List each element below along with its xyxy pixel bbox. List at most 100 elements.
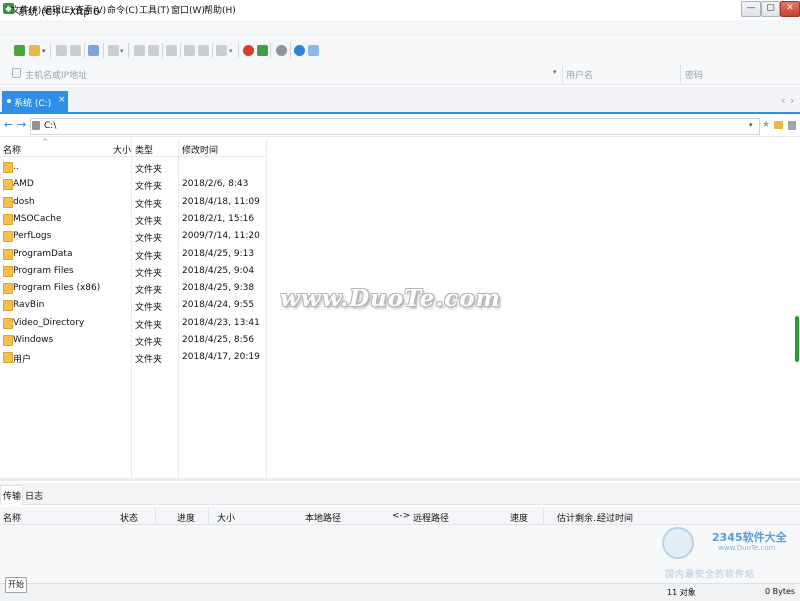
menu-window[interactable]: 窗口(W) [171,3,205,16]
mascot-icon [662,527,694,559]
username-input[interactable]: 用户名 [566,68,593,81]
star-icon[interactable]: ★ [762,120,771,130]
menu-view[interactable]: 查看(V) [75,3,106,16]
table-row[interactable]: Program Files 文件夹 2018/4/25, 9:04 [0,263,266,279]
table-row[interactable]: dosh 文件夹 2018/4/18, 11:09 [0,194,266,210]
chevron-down-icon[interactable]: ▾ [229,47,233,55]
menu-file[interactable]: 文件(F) [11,3,41,16]
xshell-icon[interactable] [243,45,254,56]
table-row[interactable]: RavBin 文件夹 2018/4/24, 9:55 [0,297,266,313]
copy-icon[interactable] [134,45,145,56]
site-logo: 2345软件大全 www.DuoTe.com 国内最安全的软件站 [662,527,800,580]
layout-icon[interactable] [216,45,227,56]
upload-icon[interactable] [184,45,195,56]
chevron-down-icon[interactable]: ▾ [120,47,124,55]
column-divider[interactable] [543,507,544,524]
transfer-col-speed[interactable]: 速度 [510,511,528,524]
table-row[interactable]: ProgramData 文件夹 2018/4/25, 9:13 [0,246,266,262]
transfer-col-status[interactable]: 状态 [120,511,138,524]
table-row[interactable]: MSOCache 文件夹 2018/2/1, 15:16 [0,211,266,227]
menu-command[interactable]: 命令(C) [107,3,138,16]
chat-icon[interactable] [308,45,319,56]
disconnect-icon[interactable] [70,45,81,56]
file-modified: 2018/2/1, 15:16 [182,214,255,224]
download-icon[interactable] [198,45,209,56]
toolbar-separator [128,43,129,58]
maximize-button[interactable]: ▢ [761,1,780,17]
close-button[interactable]: ✕ [780,1,800,17]
file-type: 文件夹 [135,269,163,279]
table-row[interactable]: .. 文件夹 [0,159,266,175]
xftp-icon[interactable] [257,45,268,56]
tab-next-icon[interactable]: › [790,94,794,107]
forward-arrow-icon[interactable]: → [17,118,26,131]
column-divider[interactable] [155,507,156,524]
file-table-header [0,139,266,157]
column-modified-header[interactable]: 修改时间 [182,143,218,156]
divider [680,64,681,84]
properties-icon[interactable] [108,45,119,56]
tab-transfer[interactable]: 传输 [3,489,21,502]
transfer-icon[interactable] [166,45,177,56]
file-name: MSOCache [13,214,62,224]
file-name: Video_Directory [13,318,85,328]
table-row[interactable]: Video_Directory 文件夹 2018/4/23, 13:41 [0,315,266,331]
menu-edit[interactable]: 编辑(E) [43,3,74,16]
transfer-col-size[interactable]: 大小 [217,511,235,524]
transfer-col-direction[interactable]: <-> [392,511,410,521]
table-row[interactable]: 用户 文件夹 2018/4/17, 20:19 [0,349,266,365]
column-divider[interactable] [208,507,209,524]
open-folder-icon[interactable] [29,45,40,56]
transfer-col-name[interactable]: 名称 [3,511,21,524]
column-size-header[interactable]: 大小 [113,143,131,156]
tab-status-dot [7,99,11,103]
help-icon[interactable] [294,45,305,56]
chevron-down-icon[interactable]: ▾ [42,47,46,55]
table-row[interactable]: AMD 文件夹 2018/2/6, 8:43 [0,176,266,192]
folder-icon [3,249,13,260]
new-folder-icon[interactable] [774,121,783,129]
path-input[interactable] [30,118,760,135]
table-row[interactable]: Windows 文件夹 2018/4/25, 8:56 [0,332,266,348]
file-name: RavBin [13,300,45,310]
folder-icon [3,197,13,208]
toolbar-separator [50,43,51,58]
connect-icon[interactable] [56,45,67,56]
minimize-button[interactable]: — [741,1,761,17]
refresh-icon[interactable] [788,121,796,130]
transfer-col-progress[interactable]: 进度 [177,511,195,524]
folder-icon [3,283,13,294]
table-row[interactable]: Program Files (x86) 文件夹 2018/4/25, 9:38 [0,280,266,296]
tab-log[interactable]: 日志 [25,489,43,502]
pane-splitter[interactable] [0,478,800,481]
chevron-down-icon[interactable]: ▾ [749,121,753,129]
table-row[interactable]: PerfLogs 文件夹 2009/7/14, 11:20 [0,228,266,244]
host-input[interactable]: 主机名或IP地址 [25,68,87,81]
divider [562,64,563,84]
file-type: 文件夹 [135,217,163,227]
chevron-down-icon[interactable]: ▾ [553,68,557,76]
scrollbar-thumb[interactable] [795,316,799,362]
transfer-col-remote-path[interactable]: 远程路径 [413,511,449,524]
menu-tools[interactable]: 工具(T) [139,3,170,16]
start-button[interactable]: 开始 [5,577,27,593]
new-session-icon[interactable] [14,45,25,56]
column-type-header[interactable]: 类型 [135,143,153,156]
refresh-icon[interactable] [88,45,99,56]
back-arrow-icon[interactable]: ← [4,118,13,131]
tab-close-icon[interactable]: × [58,95,66,105]
password-input[interactable]: 密码 [685,68,703,81]
transfer-col-elapsed[interactable]: 经过时间 [597,511,633,524]
gear-icon[interactable] [276,45,287,56]
column-divider[interactable] [266,139,267,479]
transfer-col-eta[interactable]: 估计剩余... [557,511,602,524]
file-type: 文件夹 [135,252,163,262]
object-count: 11 对象 [667,588,696,597]
transfer-col-local-path[interactable]: 本地路径 [305,511,341,524]
tab-prev-icon[interactable]: ‹ [781,94,785,107]
paste-icon[interactable] [148,45,159,56]
tab-underline [0,112,800,114]
column-name-header[interactable]: 名称 [3,143,21,156]
menu-help[interactable]: 帮助(H) [204,3,236,16]
folder-icon [3,352,13,363]
